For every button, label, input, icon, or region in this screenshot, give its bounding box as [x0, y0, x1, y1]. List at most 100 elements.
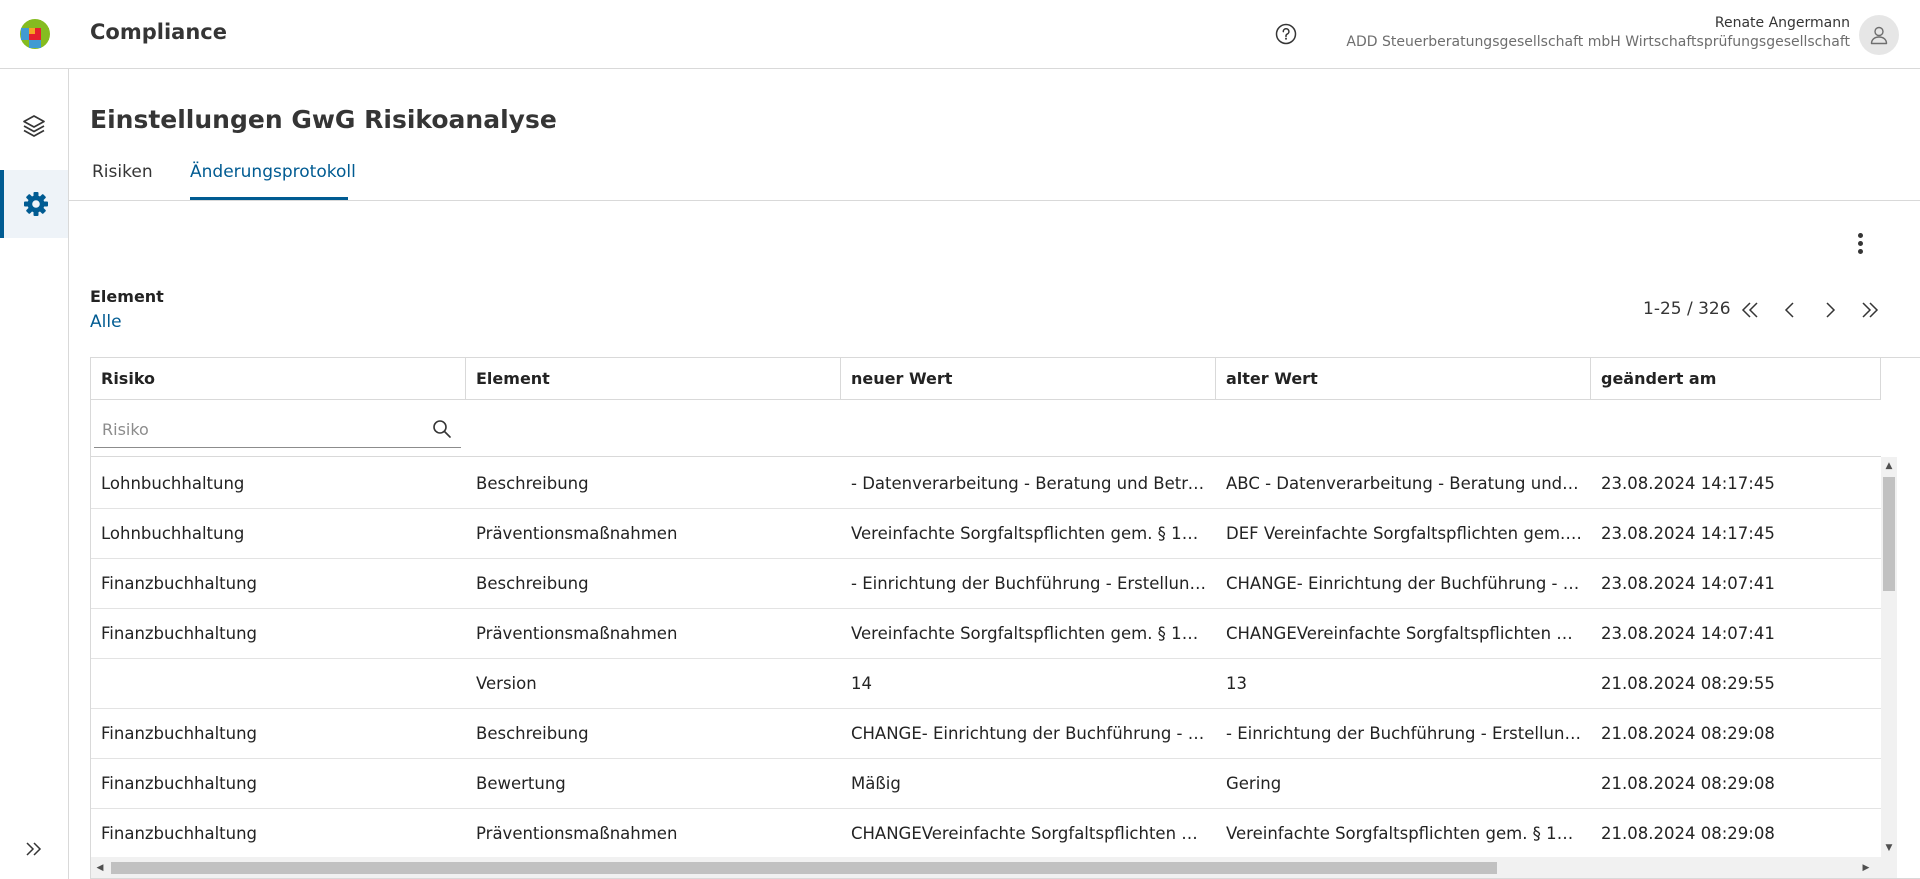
- cell-alter-wert: DEF Vereinfachte Sorgfaltspflichten gem.…: [1226, 524, 1591, 543]
- search-icon[interactable]: [432, 419, 452, 439]
- tabs-divider: [69, 200, 1920, 201]
- cell-geaendert-am: 21.08.2024 08:29:55: [1601, 674, 1775, 693]
- sidebar-expand-button[interactable]: [0, 829, 68, 869]
- table-row[interactable]: Version 14 13 21.08.2024 08:29:55: [91, 659, 1881, 709]
- cell-alter-wert: CHANGEVereinfachte Sorgfaltspflichten ge…: [1226, 624, 1591, 643]
- cell-neuer-wert: - Datenverarbeitung - Beratung und Betre…: [851, 474, 1216, 493]
- vertical-scrollbar[interactable]: ▲ ▼: [1881, 457, 1897, 857]
- cell-element: Version: [476, 674, 537, 693]
- sidebar-item-settings[interactable]: [0, 170, 68, 238]
- gear-icon: [24, 192, 48, 216]
- table-row[interactable]: Finanzbuchhaltung Beschreibung - Einrich…: [91, 559, 1881, 609]
- tab-risiken[interactable]: Risiken: [92, 162, 153, 182]
- app-logo[interactable]: [19, 18, 51, 50]
- cell-neuer-wert: CHANGEVereinfachte Sorgfaltspflichten ge…: [851, 824, 1216, 843]
- top-bar: Compliance Renate Angermann ADD Steuerbe…: [0, 0, 1920, 69]
- scroll-down-arrow[interactable]: ▼: [1881, 841, 1897, 855]
- table-filter-row: [91, 400, 1881, 457]
- cell-alter-wert: ABC - Datenverarbeitung - Beratung und B…: [1226, 474, 1591, 493]
- column-header-alter-wert[interactable]: alter Wert: [1216, 358, 1591, 400]
- sidebar: [0, 69, 69, 879]
- cell-element: Präventionsmaßnahmen: [476, 524, 678, 543]
- kebab-menu-icon[interactable]: [1850, 228, 1870, 258]
- chevron-right-icon: [1826, 302, 1836, 318]
- cell-alter-wert: Vereinfachte Sorgfaltspflichten gem. § 1…: [1226, 824, 1591, 843]
- filter-label: Element: [90, 287, 164, 306]
- cell-geaendert-am: 23.08.2024 14:07:41: [1601, 624, 1775, 643]
- layers-icon: [23, 115, 45, 137]
- table-header: Risiko Element neuer Wert alter Wert geä…: [91, 358, 1881, 400]
- sidebar-item-layers[interactable]: [0, 92, 68, 160]
- avatar[interactable]: [1859, 15, 1899, 55]
- horizontal-scrollbar[interactable]: ◀ ▶: [91, 857, 1897, 878]
- user-info[interactable]: Renate Angermann ADD Steuerberatungsgese…: [1346, 14, 1850, 52]
- double-chevron-right-icon: [26, 842, 42, 856]
- cell-geaendert-am: 23.08.2024 14:07:41: [1601, 574, 1775, 593]
- tab-aenderungsprotokoll[interactable]: Änderungsprotokoll: [190, 162, 356, 182]
- next-page-button[interactable]: [1816, 296, 1844, 324]
- scroll-left-arrow[interactable]: ◀: [93, 861, 107, 875]
- cell-risiko: Lohnbuchhaltung: [101, 474, 245, 493]
- horizontal-scroll-thumb[interactable]: [111, 862, 1497, 874]
- filter-element-dropdown[interactable]: Alle: [90, 312, 122, 332]
- cell-alter-wert: CHANGE- Einrichtung der Buchführung - Er…: [1226, 574, 1591, 593]
- cell-risiko: Finanzbuchhaltung: [101, 724, 258, 743]
- change-log-table: Risiko Element neuer Wert alter Wert geä…: [90, 357, 1920, 879]
- column-header-neuer-wert[interactable]: neuer Wert: [841, 358, 1216, 400]
- cell-neuer-wert: Mäßig: [851, 774, 901, 793]
- cell-risiko: Finanzbuchhaltung: [101, 774, 258, 793]
- chevron-left-icon: [1784, 302, 1794, 318]
- cell-neuer-wert: Vereinfachte Sorgfaltspflichten gem. § 1…: [851, 524, 1216, 543]
- cell-risiko: Finanzbuchhaltung: [101, 624, 258, 643]
- cell-alter-wert: 13: [1226, 674, 1247, 693]
- table-body: Lohnbuchhaltung Beschreibung - Datenvera…: [91, 459, 1881, 859]
- user-icon: [1870, 26, 1888, 45]
- risiko-search-input[interactable]: [102, 416, 422, 442]
- cell-neuer-wert: CHANGE- Einrichtung der Buchführung - Er…: [851, 724, 1216, 743]
- previous-page-button[interactable]: [1776, 296, 1804, 324]
- user-name: Renate Angermann: [1714, 15, 1850, 31]
- scroll-up-arrow[interactable]: ▲: [1881, 459, 1897, 473]
- cell-neuer-wert: 14: [851, 674, 872, 693]
- cell-neuer-wert: Vereinfachte Sorgfaltspflichten gem. § 1…: [851, 624, 1216, 643]
- table-row[interactable]: Finanzbuchhaltung Präventionsmaßnahmen V…: [91, 609, 1881, 659]
- table-row[interactable]: Lohnbuchhaltung Beschreibung - Datenvera…: [91, 459, 1881, 509]
- cell-element: Bewertung: [476, 774, 566, 793]
- first-page-button[interactable]: [1736, 296, 1764, 324]
- cell-neuer-wert: - Einrichtung der Buchführung - Erstellu…: [851, 574, 1216, 593]
- column-header-geaendert-am[interactable]: geändert am: [1591, 358, 1881, 400]
- help-icon[interactable]: [1275, 23, 1297, 45]
- cell-element: Beschreibung: [476, 574, 589, 593]
- cell-geaendert-am: 23.08.2024 14:17:45: [1601, 524, 1775, 543]
- cell-risiko: Finanzbuchhaltung: [101, 574, 258, 593]
- table-row[interactable]: Lohnbuchhaltung Präventionsmaßnahmen Ver…: [91, 509, 1881, 559]
- table-row[interactable]: Finanzbuchhaltung Beschreibung CHANGE- E…: [91, 709, 1881, 759]
- cell-element: Präventionsmaßnahmen: [476, 624, 678, 643]
- cell-element: Präventionsmaßnahmen: [476, 824, 678, 843]
- cell-geaendert-am: 21.08.2024 08:29:08: [1601, 724, 1775, 743]
- scroll-right-arrow[interactable]: ▶: [1859, 861, 1873, 875]
- user-company: ADD Steuerberatungsgesellschaft mbH Wirt…: [1346, 34, 1850, 50]
- cell-risiko: Lohnbuchhaltung: [101, 524, 245, 543]
- risiko-search-field: [94, 410, 461, 448]
- double-chevron-left-icon: [1741, 302, 1758, 318]
- cell-geaendert-am: 21.08.2024 08:29:08: [1601, 774, 1775, 793]
- double-chevron-right-icon: [1862, 302, 1879, 318]
- cell-element: Beschreibung: [476, 724, 589, 743]
- cell-element: Beschreibung: [476, 474, 589, 493]
- cell-alter-wert: - Einrichtung der Buchführung - Erstellu…: [1226, 724, 1591, 743]
- vertical-scroll-thumb[interactable]: [1883, 477, 1895, 591]
- cell-alter-wert: Gering: [1226, 774, 1282, 793]
- cell-risiko: Finanzbuchhaltung: [101, 824, 258, 843]
- column-header-element[interactable]: Element: [466, 358, 841, 400]
- last-page-button[interactable]: [1856, 296, 1884, 324]
- cell-risiko: [91, 659, 466, 709]
- table-row[interactable]: Finanzbuchhaltung Bewertung Mäßig Gering…: [91, 759, 1881, 809]
- cell-geaendert-am: 21.08.2024 08:29:08: [1601, 824, 1775, 843]
- app-title: Compliance: [90, 20, 227, 44]
- table-row[interactable]: Finanzbuchhaltung Präventionsmaßnahmen C…: [91, 809, 1881, 859]
- pagination-range: 1-25 / 326: [1643, 299, 1731, 319]
- cell-geaendert-am: 23.08.2024 14:17:45: [1601, 474, 1775, 493]
- column-header-risiko[interactable]: Risiko: [91, 358, 466, 400]
- page-title: Einstellungen GwG Risikoanalyse: [90, 105, 557, 134]
